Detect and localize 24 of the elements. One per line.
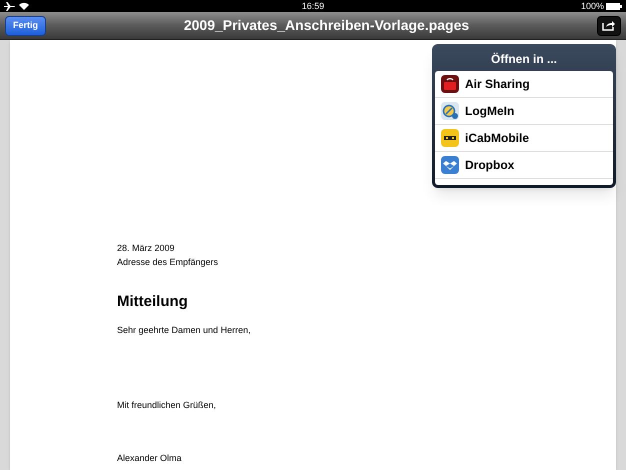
signature-text: Alexander Olma [117,452,183,464]
heading: Mitteilung [117,292,189,312]
app-list-item[interactable]: iCabMobile [435,125,613,152]
document-title: 2009_Privates_Anschreiben-Vorlage.pages [184,16,470,35]
battery-percentage: 100% [580,2,604,10]
popover-title: Öffnen in ... [491,51,557,68]
salutation-text: Sehr geehrte Damen und Herren, [117,324,252,337]
closing-text: Mit freundlichen Grüßen, [117,399,218,412]
share-button[interactable] [597,16,621,36]
share-icon [602,20,616,31]
app-list-item[interactable]: Air Sharing [435,71,613,98]
recipient-text: Adresse des Empfängers [117,256,220,269]
date-text: 28. März 2009 [117,242,176,255]
done-button[interactable]: Fertig [5,16,46,36]
box-icon [441,156,459,174]
compass-icon [441,102,459,120]
router-icon [441,75,459,93]
app-list-item[interactable]: LogMeIn [435,98,613,125]
airplane-icon [4,2,15,10]
battery-icon [606,2,622,10]
app-list-item[interactable]: Dropbox [435,152,613,179]
wifi-icon [19,2,29,10]
taxi-icon [441,129,459,147]
clock: 16:59 [302,2,324,10]
